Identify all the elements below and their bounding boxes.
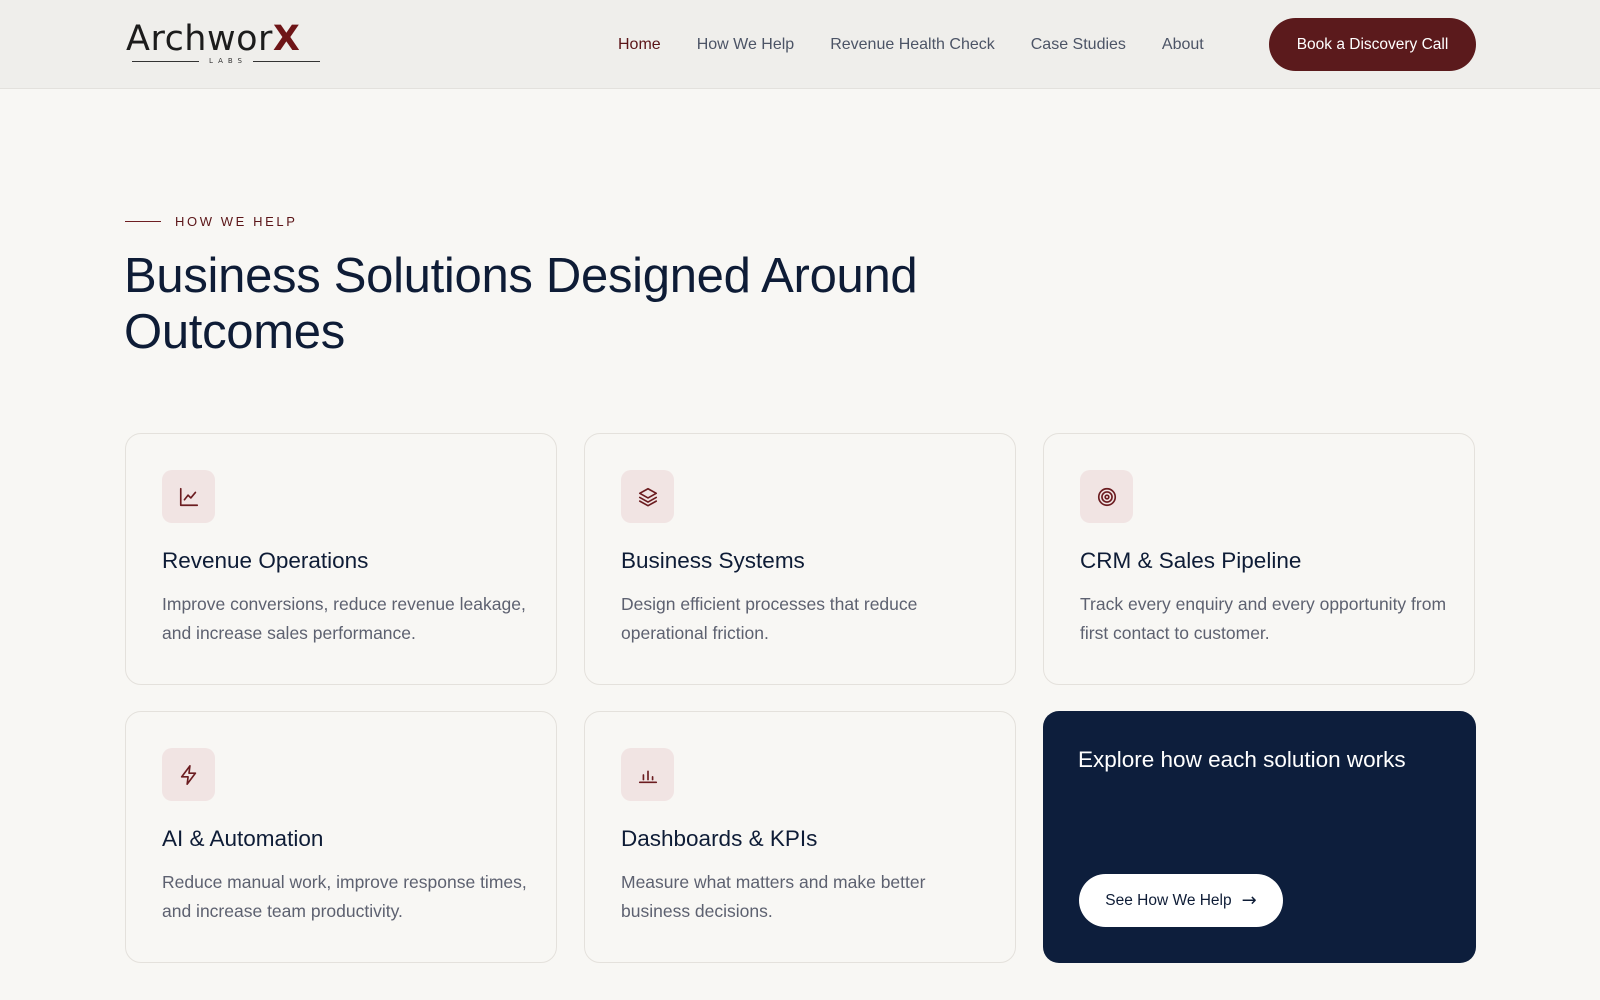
nav-how-we-help[interactable]: How We Help [697,36,795,54]
card-crm-sales-pipeline[interactable]: CRM & Sales Pipeline Track every enquiry… [1043,433,1475,685]
see-how-we-help-button[interactable]: See How We Help → [1079,874,1283,927]
nav-about[interactable]: About [1162,36,1204,54]
nav-case-studies[interactable]: Case Studies [1031,36,1126,54]
nav-revenue-health-check[interactable]: Revenue Health Check [830,36,995,54]
logo-rule-right [253,60,321,62]
promo-title: Explore how each solution works [1078,747,1406,772]
brand-logo[interactable]: ArchworX LABS [126,20,326,66]
button-label: See How We Help [1105,891,1232,909]
logo-accent-text: X [272,19,301,59]
nav-home[interactable]: Home [618,36,661,54]
card-title: Revenue Operations [162,548,369,573]
page-title: Business Solutions Designed Around Outco… [124,249,918,359]
bar-chart-icon [621,748,674,801]
card-revenue-operations[interactable]: Revenue Operations Improve conversions, … [125,433,557,685]
site-header: ArchworX LABS Home How We Help Revenue H… [0,0,1600,89]
card-ai-automation[interactable]: AI & Automation Reduce manual work, impr… [125,711,557,963]
card-title: AI & Automation [162,826,324,851]
eyebrow-rule [125,221,161,222]
layers-icon [621,470,674,523]
section-eyebrow: HOW WE HELP [125,214,298,229]
logo-sub-text: LABS [209,57,247,65]
card-description: Track every enquiry and every opportunit… [1080,594,1447,643]
card-title: CRM & Sales Pipeline [1080,548,1302,573]
card-business-systems[interactable]: Business Systems Design efficient proces… [584,433,1016,685]
eyebrow-text: HOW WE HELP [175,214,298,229]
card-title: Dashboards & KPIs [621,826,818,851]
explore-solutions-card: Explore how each solution works See How … [1043,711,1476,963]
logo-main-text: Archwor [126,19,273,59]
main-nav: Home How We Help Revenue Health Check Ca… [618,0,1240,89]
book-discovery-call-button[interactable]: Book a Discovery Call [1269,18,1476,71]
card-title: Business Systems [621,548,805,573]
target-icon [1080,470,1133,523]
logo-rule-left [132,60,200,62]
lightning-icon [162,748,215,801]
logo-subline: LABS [132,55,321,67]
card-description: Improve conversions, reduce revenue leak… [162,594,526,643]
arrow-right-icon: → [1241,890,1257,911]
card-description: Design efficient processes that reduce o… [621,594,918,643]
card-description: Measure what matters and make better bus… [621,872,926,921]
card-dashboards-kpis[interactable]: Dashboards & KPIs Measure what matters a… [584,711,1016,963]
line-chart-icon [162,470,215,523]
card-description: Reduce manual work, improve response tim… [162,872,527,921]
logo-wordmark: ArchworX [126,20,326,58]
